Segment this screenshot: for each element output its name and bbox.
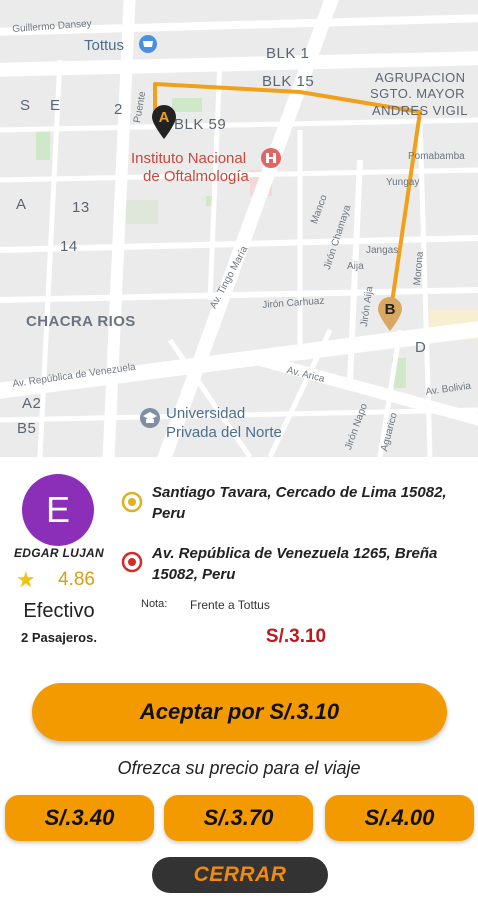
destination-location-icon	[121, 551, 143, 573]
offer-button-1[interactable]: S/.3.40	[5, 795, 154, 841]
university-icon	[140, 408, 160, 428]
origin-address: Santiago Tavara, Cercado de Lima 15082, …	[152, 484, 447, 522]
origin-marker[interactable]: A	[150, 104, 178, 140]
note-label: Nota:	[141, 598, 168, 610]
map-label-blk1: BLK 1	[266, 45, 310, 62]
map-label-blk59: BLK 59	[174, 116, 227, 133]
accept-button[interactable]: Aceptar por S/.3.10	[32, 683, 447, 741]
map-label-2: 2	[114, 101, 123, 118]
tottus-icon	[139, 35, 157, 53]
rating-value: 4.86	[58, 569, 95, 590]
map-label-a: A	[16, 196, 27, 213]
map-label-pomabamba: Pomabamba	[408, 151, 465, 162]
map-canvas	[0, 0, 478, 457]
map-label-chacra-rios: CHACRA RIOS	[26, 313, 136, 330]
map-label-agrupacion-3: ANDRES VIGIL	[372, 103, 468, 118]
note-text: Frente a Tottus	[190, 598, 270, 612]
map-label-a2: A2	[22, 395, 42, 412]
map-label-d: D	[415, 339, 427, 356]
map-label-instituto-2: de Oftalmología	[143, 168, 249, 185]
destination-marker-letter: B	[384, 301, 396, 318]
destination-address: Av. República de Venezuela 1265, Breña 1…	[152, 545, 438, 583]
offer-title: Ofrezca su precio para el viaje	[117, 758, 361, 778]
close-button[interactable]: CERRAR	[152, 857, 328, 893]
map-label-universidad-1: Universidad	[166, 405, 246, 422]
driver-avatar: E	[22, 474, 94, 546]
driver-name: EDGAR LUJAN	[14, 546, 104, 560]
map-label-s: S	[20, 97, 31, 114]
map-label-blk15: BLK 15	[262, 73, 315, 90]
map-label-instituto-1: Instituto Nacional	[131, 150, 247, 167]
map-label-tottus: Tottus	[84, 37, 125, 54]
map-label-jangas: Jangas	[366, 245, 399, 256]
map-label-b5: B5	[17, 420, 37, 437]
map-label-aija: Aija	[347, 261, 364, 272]
payment-method: Efectivo	[23, 600, 95, 622]
map-label-13: 13	[72, 199, 90, 216]
origin-location-icon	[121, 491, 143, 513]
hospital-icon	[261, 148, 281, 168]
map-label-agrupacion-2: SGTO. MAYOR	[370, 86, 465, 101]
map-label-agrupacion-1: AGRUPACION	[375, 70, 466, 85]
map-label-14: 14	[60, 238, 78, 255]
passenger-count: 2 Pasajeros.	[21, 630, 97, 645]
destination-marker[interactable]: B	[376, 296, 404, 332]
offer-button-3[interactable]: S/.4.00	[325, 795, 474, 841]
driver-rating: ★ 4.86	[14, 567, 110, 593]
map-label-e: E	[50, 97, 61, 114]
map-label-yungay: Yungay	[386, 177, 420, 188]
trip-price: S/.3.10	[265, 626, 327, 647]
offer-button-2[interactable]: S/.3.70	[164, 795, 313, 841]
map-view[interactable]: Guillermo Dansey Tottus BLK 1 BLK 15 AGR…	[0, 0, 478, 457]
origin-marker-letter: A	[158, 109, 170, 126]
star-icon: ★	[16, 567, 36, 592]
map-label-universidad-2: Privada del Norte	[166, 424, 282, 441]
